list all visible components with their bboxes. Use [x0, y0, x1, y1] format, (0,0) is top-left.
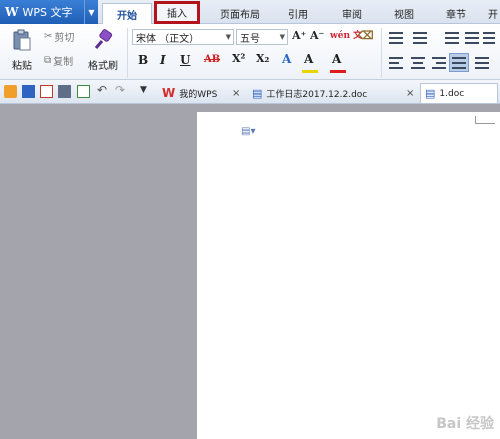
highlight-color-button[interactable]: A: [304, 52, 313, 66]
print-icon[interactable]: [58, 85, 71, 98]
justify-button[interactable]: [449, 53, 469, 72]
tab-insert[interactable]: 插入: [154, 1, 200, 24]
grow-font-button[interactable]: A⁺: [292, 29, 306, 42]
tab-more[interactable]: 开: [486, 3, 500, 24]
clipboard-icon: [11, 28, 33, 52]
format-painter-button[interactable]: 格式刷: [86, 28, 120, 72]
cut-button[interactable]: ✂ 剪切: [44, 29, 74, 44]
numbered-list-icon[interactable]: [413, 32, 427, 44]
open-folder-icon[interactable]: [4, 85, 17, 98]
font-size-value: 五号: [240, 33, 260, 45]
text-direction-icon[interactable]: [483, 32, 495, 44]
font-color-button[interactable]: A: [332, 52, 341, 66]
tab-review[interactable]: 审阅: [330, 3, 374, 24]
document-workspace[interactable]: ▤▾ Bai 经验: [0, 104, 500, 439]
paste-options-icon[interactable]: ▤▾: [241, 126, 255, 137]
decrease-indent-icon[interactable]: [445, 32, 459, 44]
copy-icon: ⧉: [44, 55, 52, 66]
align-right-icon[interactable]: [432, 57, 446, 69]
superscript-button[interactable]: X²: [232, 52, 245, 65]
group-divider: [127, 28, 128, 78]
document-icon: ▤: [252, 86, 263, 100]
chevron-down-icon: ▼: [225, 33, 231, 41]
watermark: Bai 经验: [436, 416, 494, 432]
doc-tab-label: 1.doc: [439, 88, 465, 99]
chevron-down-icon[interactable]: ▼: [84, 0, 98, 24]
format-painter-label: 格式刷: [88, 61, 118, 72]
wps-logo-icon: W: [162, 86, 176, 100]
font-size-select[interactable]: 五号 ▼: [236, 29, 288, 45]
distributed-align-icon[interactable]: [475, 57, 489, 69]
highlight-color-bar: [302, 70, 318, 73]
redo-icon[interactable]: ↷: [115, 83, 128, 97]
save-icon[interactable]: [22, 85, 35, 98]
align-center-icon[interactable]: [411, 57, 425, 69]
paste-label: 粘贴: [12, 61, 32, 72]
underline-button[interactable]: U: [180, 53, 190, 67]
subscript-button[interactable]: X₂: [256, 52, 269, 65]
app-menu-button[interactable]: W WPS 文字 ▼: [0, 0, 98, 24]
doc-tab-work-log[interactable]: ▤ 工作日志2017.12.2.doc ×: [248, 83, 418, 103]
close-icon[interactable]: ×: [232, 88, 240, 99]
italic-button[interactable]: I: [160, 53, 166, 67]
ribbon-home: 粘贴 ✂ 剪切 ⧉ 复制 格式刷 宋体 （正文） ▼ 五号 ▼ A⁺ A⁻ wé…: [0, 24, 500, 80]
group-divider: [381, 28, 382, 78]
justify-icon: [452, 57, 466, 69]
close-icon[interactable]: ×: [406, 88, 414, 99]
strikethrough-button[interactable]: AB: [204, 54, 220, 65]
doc-tab-my-wps[interactable]: W 我的WPS ×: [158, 83, 248, 103]
document-icon: ▤: [425, 87, 436, 100]
clear-format-icon[interactable]: ⌫: [358, 29, 374, 42]
doc-tab-label: 我的WPS: [179, 89, 218, 100]
copy-button[interactable]: ⧉ 复制: [44, 53, 73, 68]
text-effect-icon[interactable]: A: [282, 52, 291, 66]
doc-tab-active[interactable]: ▤ 1.doc: [420, 83, 498, 103]
undo-icon[interactable]: ↶: [97, 83, 110, 97]
shrink-font-button[interactable]: A⁻: [310, 29, 324, 42]
tab-chapter[interactable]: 章节: [434, 3, 478, 24]
align-left-icon[interactable]: [389, 57, 403, 69]
brush-icon: [92, 28, 114, 52]
wps-logo-icon: W: [5, 5, 19, 19]
quick-access-bar: ↶ ↷ ▼ W 我的WPS × ▤ 工作日志2017.12.2.doc × ▤ …: [0, 80, 500, 104]
copy-label: 复制: [53, 57, 74, 68]
font-name-select[interactable]: 宋体 （正文） ▼: [132, 29, 234, 45]
app-name: WPS 文字: [22, 6, 73, 19]
increase-indent-icon[interactable]: [465, 32, 479, 44]
document-page[interactable]: ▤▾ Bai 经验: [197, 112, 500, 439]
font-name-value: 宋体 （正文）: [136, 33, 200, 45]
chevron-down-icon: ▼: [279, 33, 285, 41]
bold-button[interactable]: B: [138, 53, 148, 67]
page-margin-corner: [475, 116, 495, 124]
tab-home[interactable]: 开始: [102, 3, 152, 25]
tab-references[interactable]: 引用: [276, 3, 320, 24]
customize-toolbar-icon[interactable]: ▼: [140, 85, 153, 98]
bullet-list-icon[interactable]: [389, 32, 403, 44]
doc-tab-label: 工作日志2017.12.2.doc: [266, 89, 368, 100]
print-preview-icon[interactable]: [77, 85, 90, 98]
menu-tab-bar: W WPS 文字 ▼ 开始 插入 页面布局 引用 审阅 视图 章节 开: [0, 0, 500, 25]
tab-page-layout[interactable]: 页面布局: [210, 3, 270, 24]
tab-view[interactable]: 视图: [382, 3, 426, 24]
export-pdf-icon[interactable]: [40, 85, 53, 98]
font-color-bar: [330, 70, 346, 73]
scissors-icon: ✂: [44, 31, 53, 42]
cut-label: 剪切: [54, 33, 75, 44]
paste-button[interactable]: 粘贴: [6, 28, 38, 72]
